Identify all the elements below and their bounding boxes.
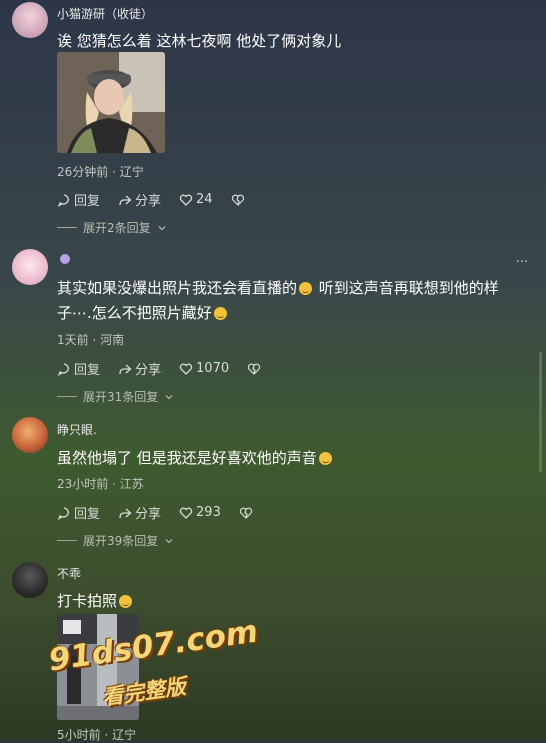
comment-text: 诶 您猜怎么着 这林七夜啊 他处了俩对象儿 — [57, 32, 342, 50]
reply-label: 回复 — [74, 194, 101, 209]
reply-label: 回复 — [74, 507, 101, 522]
share-button[interactable]: 分享 — [118, 359, 161, 378]
divider-dash — [57, 396, 77, 397]
comment-meta: 26分钟前 · 辽宁 — [57, 165, 144, 179]
share-label: 分享 — [135, 363, 162, 378]
comment-bubble-icon — [57, 362, 69, 376]
broken-heart-icon — [248, 363, 261, 375]
comment-meta: 5小时前 · 辽宁 — [57, 728, 137, 742]
comment-username[interactable]: 睁只眼. — [57, 421, 97, 438]
share-arrow-icon — [119, 364, 132, 374]
reply-button[interactable]: 回复 — [57, 190, 100, 209]
comment-actions: 回复 分享 24 — [57, 190, 245, 209]
heart-icon — [179, 363, 193, 375]
chevron-down-icon — [165, 394, 173, 399]
like-count: 1070 — [196, 361, 230, 376]
comment-text: 虽然他塌了 但是我还是好喜欢他的声音 — [57, 446, 526, 471]
comment-text: 打卡拍照 — [57, 589, 526, 614]
like-button[interactable]: 1070 — [179, 361, 229, 376]
expand-replies-button[interactable]: 展开39条回复 — [57, 532, 174, 549]
heart-icon — [179, 507, 193, 519]
scrollbar[interactable] — [539, 352, 542, 472]
dislike-button[interactable] — [239, 506, 253, 520]
like-button[interactable]: 24 — [179, 192, 213, 207]
like-count: 24 — [196, 192, 213, 207]
comment-actions: 回复 分享 293 — [57, 503, 253, 522]
comment-text-part1: 其实如果没爆出照片我还会看直播的 — [57, 279, 298, 297]
expand-label: 展开39条回复 — [83, 534, 159, 548]
reply-label: 回复 — [74, 363, 101, 378]
comment-meta: 1天前 · 河南 — [57, 333, 125, 347]
expand-replies-button[interactable]: 展开31条回复 — [57, 388, 174, 405]
avatar[interactable] — [12, 562, 48, 598]
share-arrow-icon — [119, 195, 132, 205]
smile-emoji-icon — [299, 282, 313, 295]
dislike-button[interactable] — [247, 362, 261, 376]
comment-username[interactable]: 不乖 — [57, 565, 81, 582]
comment-text-body: 虽然他塌了 但是我还是好喜欢他的声音 — [57, 449, 317, 467]
broken-heart-icon — [239, 507, 252, 519]
like-button[interactable]: 293 — [179, 505, 221, 520]
comment-bubble-icon — [57, 193, 69, 207]
divider-dash — [57, 540, 77, 541]
reply-button[interactable]: 回复 — [57, 359, 100, 378]
comment-photo[interactable] — [57, 52, 165, 153]
person-photo-icon — [57, 52, 165, 153]
expand-replies-button[interactable]: 展开2条回复 — [57, 219, 167, 236]
expand-label: 展开31条回复 — [83, 390, 159, 404]
share-arrow-icon — [119, 508, 132, 518]
share-label: 分享 — [135, 507, 162, 522]
chevron-down-icon — [158, 225, 166, 230]
dislike-button[interactable] — [231, 193, 245, 207]
more-options-button[interactable]: ··· — [516, 255, 528, 270]
smile-emoji-icon — [213, 307, 227, 320]
reply-button[interactable]: 回复 — [57, 503, 100, 522]
share-button[interactable]: 分享 — [118, 503, 161, 522]
chevron-down-icon — [165, 538, 173, 543]
comment-username[interactable]: 小猫游研（收徒） — [57, 5, 153, 22]
expand-label: 展开2条回复 — [83, 221, 151, 235]
comment-text: 其实如果没爆出照片我还会看直播的 听到这声音再联想到他的样子⋯.怎么不把照片藏好 — [57, 276, 526, 326]
comment-text-body: 打卡拍照 — [57, 592, 118, 610]
comment-photo[interactable] — [57, 614, 139, 720]
divider-dash — [57, 227, 77, 228]
badge-icon — [60, 254, 70, 264]
share-label: 分享 — [135, 194, 162, 209]
comment-meta: 23小时前 · 江苏 — [57, 477, 144, 491]
smile-emoji-icon — [119, 595, 133, 608]
broken-heart-icon — [231, 194, 244, 206]
avatar[interactable] — [12, 417, 48, 453]
avatar[interactable] — [12, 2, 48, 38]
photo-thumbnail-icon — [57, 614, 139, 720]
like-count: 293 — [196, 505, 221, 520]
avatar[interactable] — [12, 249, 48, 285]
smile-emoji-icon — [318, 452, 332, 465]
share-button[interactable]: 分享 — [118, 190, 161, 209]
comment-actions: 回复 分享 1070 — [57, 359, 261, 378]
comment-bubble-icon — [57, 506, 69, 520]
heart-icon — [179, 194, 193, 206]
